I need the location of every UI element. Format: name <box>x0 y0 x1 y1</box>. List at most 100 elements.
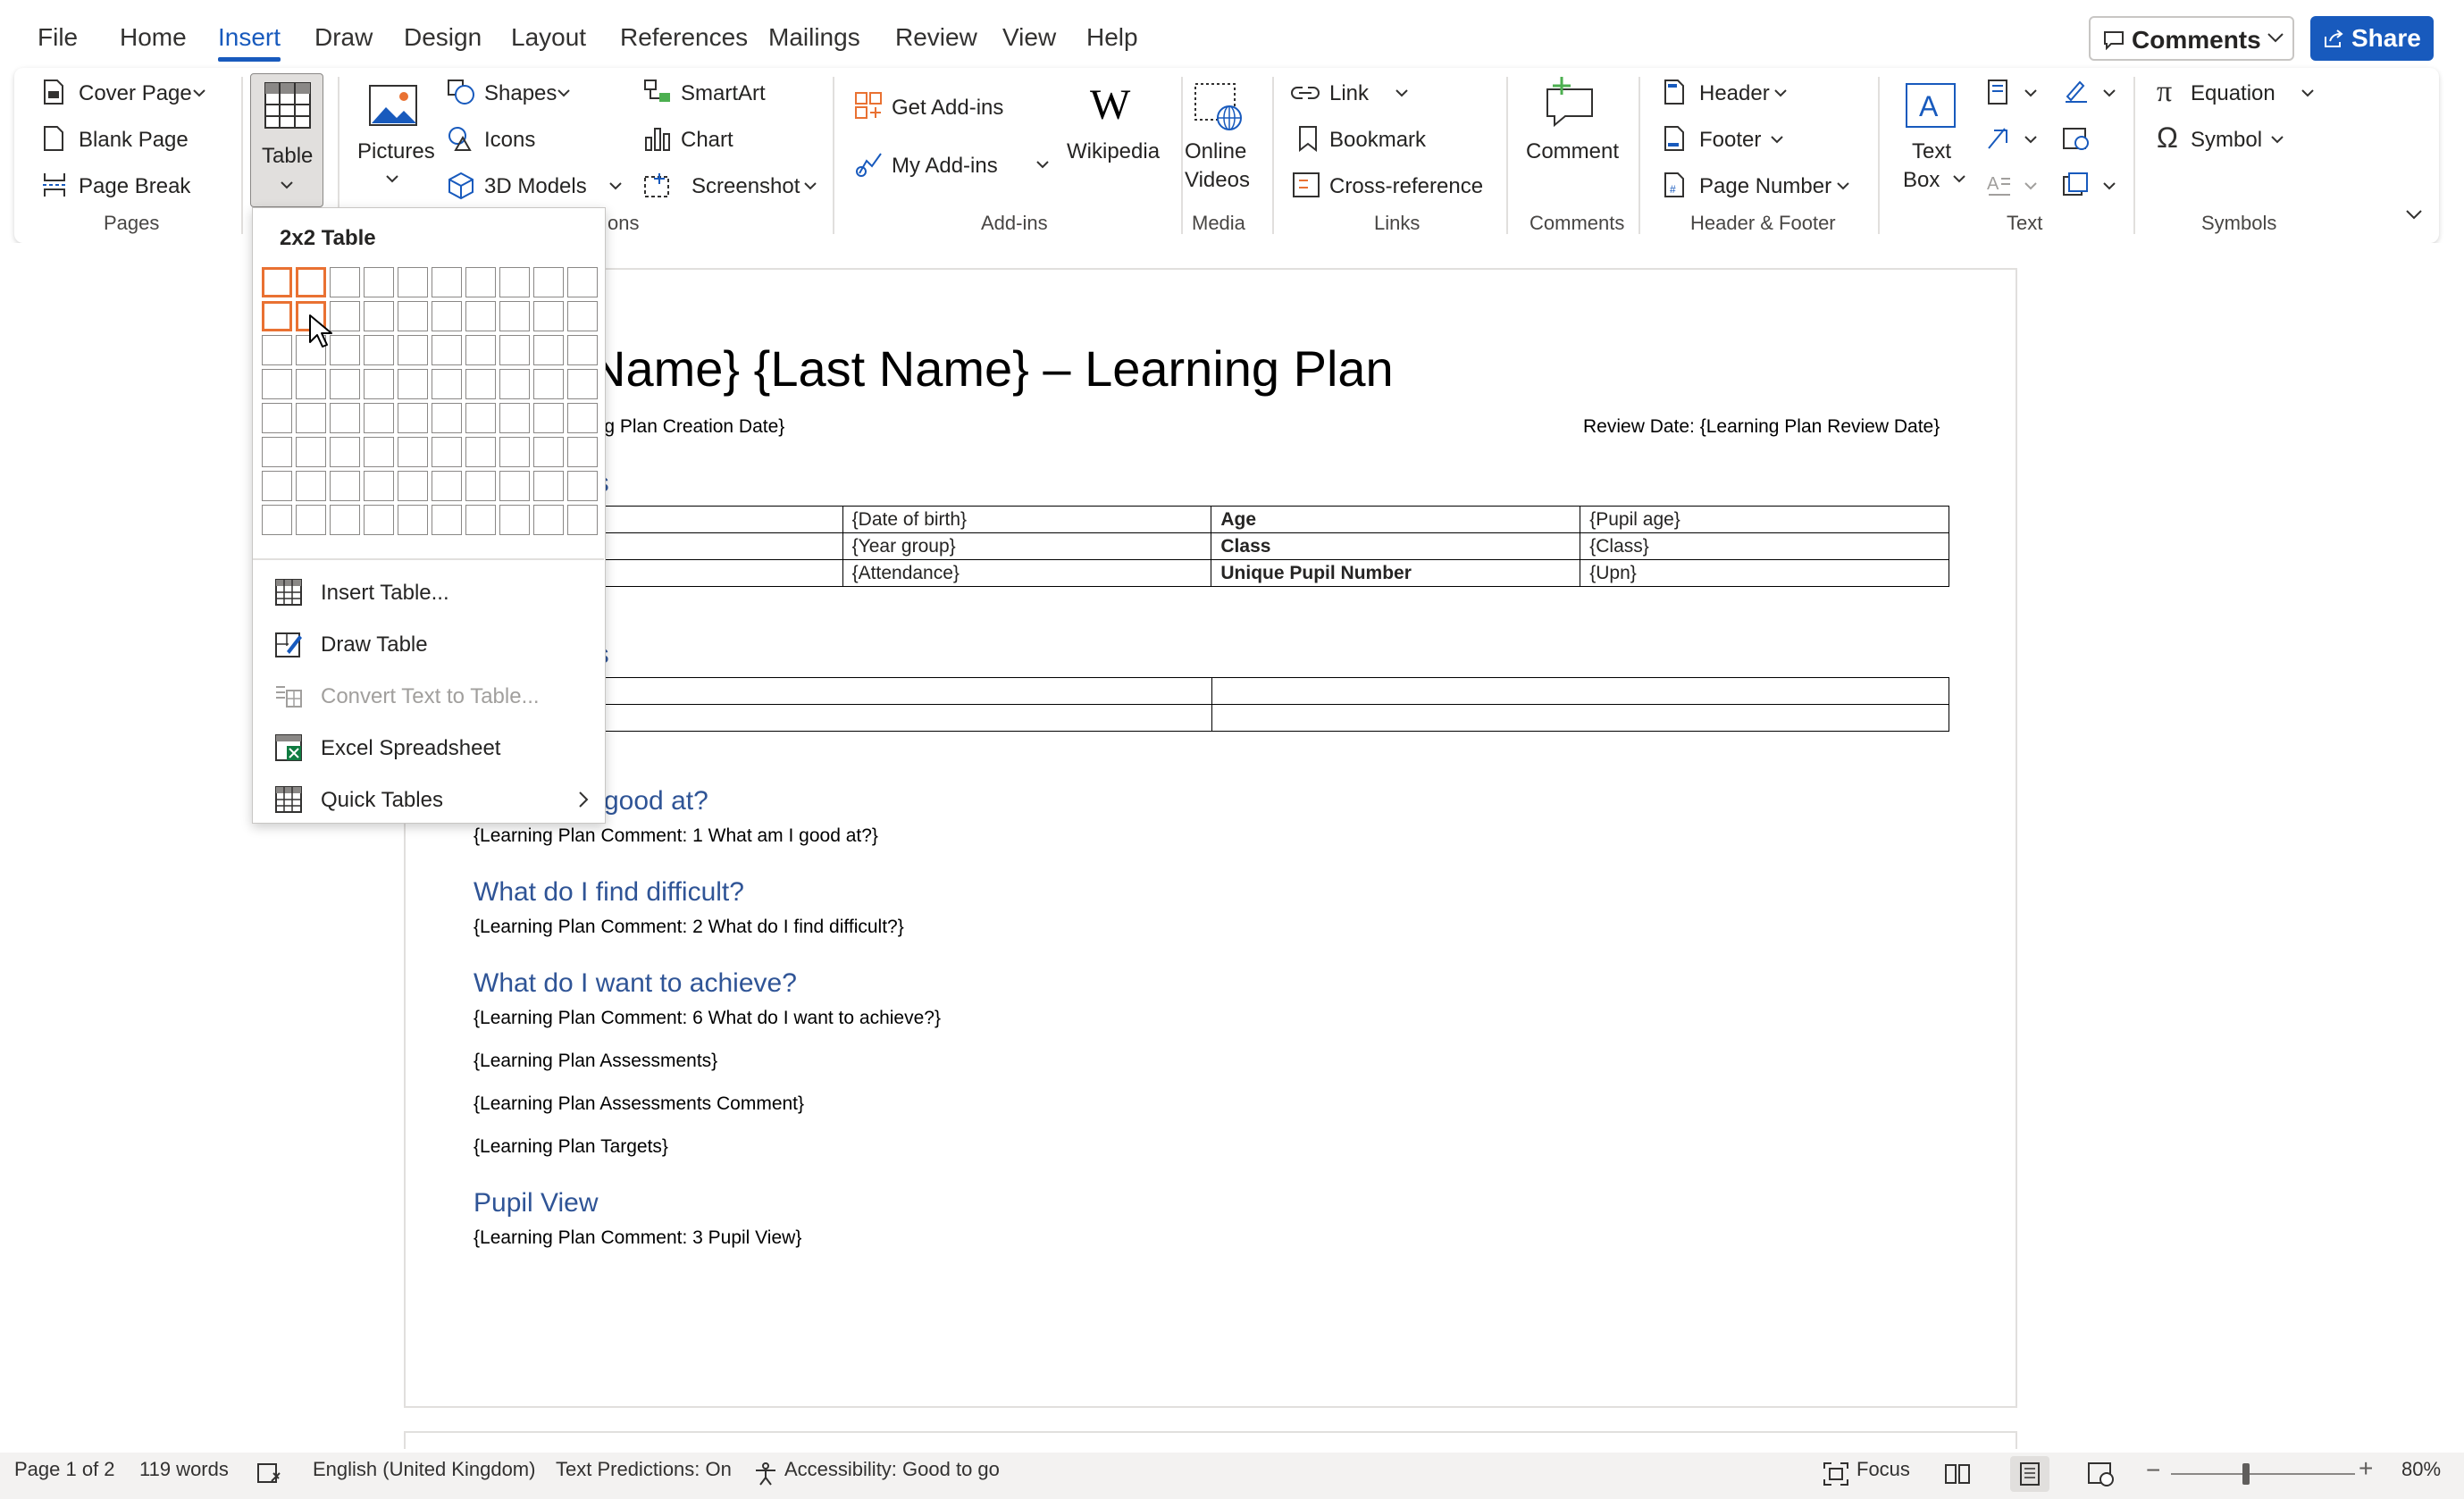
table-grid-cell[interactable] <box>432 505 462 535</box>
table-grid-cell[interactable] <box>533 335 564 365</box>
table-grid-cell[interactable] <box>499 369 530 399</box>
table-grid-cell[interactable] <box>499 505 530 535</box>
table-grid-cell[interactable] <box>364 267 394 297</box>
focus-button[interactable]: Focus <box>1856 1458 1910 1481</box>
table-grid-cell[interactable] <box>567 403 598 433</box>
table-grid-cell[interactable] <box>262 369 292 399</box>
table-grid-cell[interactable] <box>364 505 394 535</box>
table-grid-cell[interactable] <box>499 437 530 467</box>
table-grid-cell[interactable] <box>296 403 326 433</box>
comment-button[interactable]: Comment <box>1526 139 1619 164</box>
table-grid-cell[interactable] <box>330 437 360 467</box>
header-button[interactable]: Header <box>1699 81 1770 106</box>
pictures-button[interactable]: Pictures <box>357 139 435 164</box>
insert-table-item[interactable]: Insert Table... <box>253 567 604 617</box>
online-videos-label-2[interactable]: Videos <box>1185 168 1250 193</box>
table-grid-cell[interactable] <box>533 437 564 467</box>
zoom-slider-thumb[interactable] <box>2242 1463 2250 1485</box>
table-grid-cell[interactable] <box>330 301 360 331</box>
equation-button[interactable]: Equation <box>2191 81 2275 106</box>
table-grid-cell[interactable] <box>465 403 496 433</box>
menu-file[interactable]: File <box>38 23 78 52</box>
table-grid-cell[interactable] <box>364 335 394 365</box>
table-grid-cell[interactable] <box>364 471 394 501</box>
table-grid-cell[interactable] <box>330 403 360 433</box>
table-grid-cell[interactable] <box>398 301 428 331</box>
menu-home[interactable]: Home <box>120 23 187 52</box>
page-number-button[interactable]: Page Number <box>1699 174 1831 199</box>
icons-button[interactable]: Icons <box>484 128 535 153</box>
cross-reference-button[interactable]: Cross-reference <box>1329 174 1483 199</box>
menu-review[interactable]: Review <box>895 23 977 52</box>
table-grid-cell[interactable] <box>330 369 360 399</box>
table-grid-cell[interactable] <box>432 267 462 297</box>
share-button[interactable]: Share <box>2310 16 2434 61</box>
table-grid-cell[interactable] <box>364 403 394 433</box>
shapes-button[interactable]: Shapes <box>484 81 557 106</box>
table-grid-cell[interactable] <box>364 369 394 399</box>
table-button[interactable]: Table <box>250 73 323 207</box>
table-grid-cell[interactable] <box>533 369 564 399</box>
table-grid-cell[interactable] <box>432 437 462 467</box>
language-status[interactable]: English (United Kingdom) <box>313 1458 535 1481</box>
page-count[interactable]: Page 1 of 2 <box>14 1458 115 1481</box>
menu-design[interactable]: Design <box>404 23 482 52</box>
table-grid-cell[interactable] <box>465 335 496 365</box>
table-grid-cell[interactable] <box>499 335 530 365</box>
table-grid-cell[interactable] <box>296 369 326 399</box>
text-predictions-status[interactable]: Text Predictions: On <box>556 1458 732 1481</box>
page-break-button[interactable]: Page Break <box>79 174 190 199</box>
table-grid-cell[interactable] <box>432 403 462 433</box>
table-grid-cell[interactable] <box>567 505 598 535</box>
table-grid-cell[interactable] <box>432 471 462 501</box>
table-cell[interactable]: {Pupil age} <box>1580 506 1949 533</box>
online-videos-label-1[interactable]: Online <box>1185 139 1246 164</box>
excel-spreadsheet-item[interactable]: Excel Spreadsheet <box>253 723 604 773</box>
table-grid-cell[interactable] <box>330 267 360 297</box>
table-size-grid[interactable] <box>262 267 601 535</box>
table-grid-cell[interactable] <box>465 267 496 297</box>
table-grid-cell[interactable] <box>432 335 462 365</box>
table-grid-cell[interactable] <box>330 471 360 501</box>
proofing-icon[interactable] <box>256 1461 282 1486</box>
table-grid-cell[interactable] <box>398 505 428 535</box>
table-grid-cell[interactable] <box>398 437 428 467</box>
table-grid-cell[interactable] <box>398 335 428 365</box>
table-cell[interactable]: {Date of birth} <box>842 506 1212 533</box>
table-grid-cell[interactable] <box>465 437 496 467</box>
3d-models-button[interactable]: 3D Models <box>484 174 587 199</box>
wikipedia-button[interactable]: Wikipedia <box>1067 139 1160 164</box>
table-cell[interactable] <box>1211 677 1949 705</box>
zoom-slider-track[interactable] <box>2171 1473 2355 1475</box>
table-grid-cell[interactable] <box>567 437 598 467</box>
table-grid-cell[interactable] <box>398 369 428 399</box>
read-mode-icon[interactable] <box>1944 1461 1971 1486</box>
table-grid-cell[interactable] <box>567 369 598 399</box>
table-cell[interactable]: Class <box>1211 532 1581 560</box>
table-grid-cell[interactable] <box>465 505 496 535</box>
print-layout-button[interactable] <box>2010 1456 2049 1492</box>
table-grid-cell[interactable] <box>296 437 326 467</box>
smartart-button[interactable]: SmartArt <box>681 81 766 106</box>
table-cell[interactable] <box>1211 704 1949 732</box>
text-box-label-1[interactable]: Text <box>1912 139 1951 164</box>
table-grid-cell[interactable] <box>465 471 496 501</box>
text-box-label-2[interactable]: Box <box>1903 168 1940 193</box>
footer-button[interactable]: Footer <box>1699 128 1761 153</box>
table-cell[interactable]: {Attendance} <box>842 559 1212 587</box>
cover-page-button[interactable]: Cover Page <box>79 81 192 106</box>
table-grid-cell[interactable] <box>533 471 564 501</box>
table-grid-cell[interactable] <box>262 335 292 365</box>
my-addins-button[interactable]: My Add-ins <box>892 154 998 179</box>
empty-table[interactable] <box>474 677 1949 732</box>
table-grid-cell[interactable] <box>262 471 292 501</box>
table-grid-cell[interactable] <box>432 301 462 331</box>
table-cell[interactable]: {Year group} <box>842 532 1212 560</box>
web-layout-icon[interactable] <box>2087 1461 2116 1486</box>
table-grid-cell[interactable] <box>398 267 428 297</box>
table-grid-cell[interactable] <box>465 369 496 399</box>
table-grid-cell[interactable] <box>296 267 326 297</box>
table-grid-cell[interactable] <box>499 471 530 501</box>
menu-mailings[interactable]: Mailings <box>768 23 860 52</box>
table-grid-cell[interactable] <box>499 403 530 433</box>
